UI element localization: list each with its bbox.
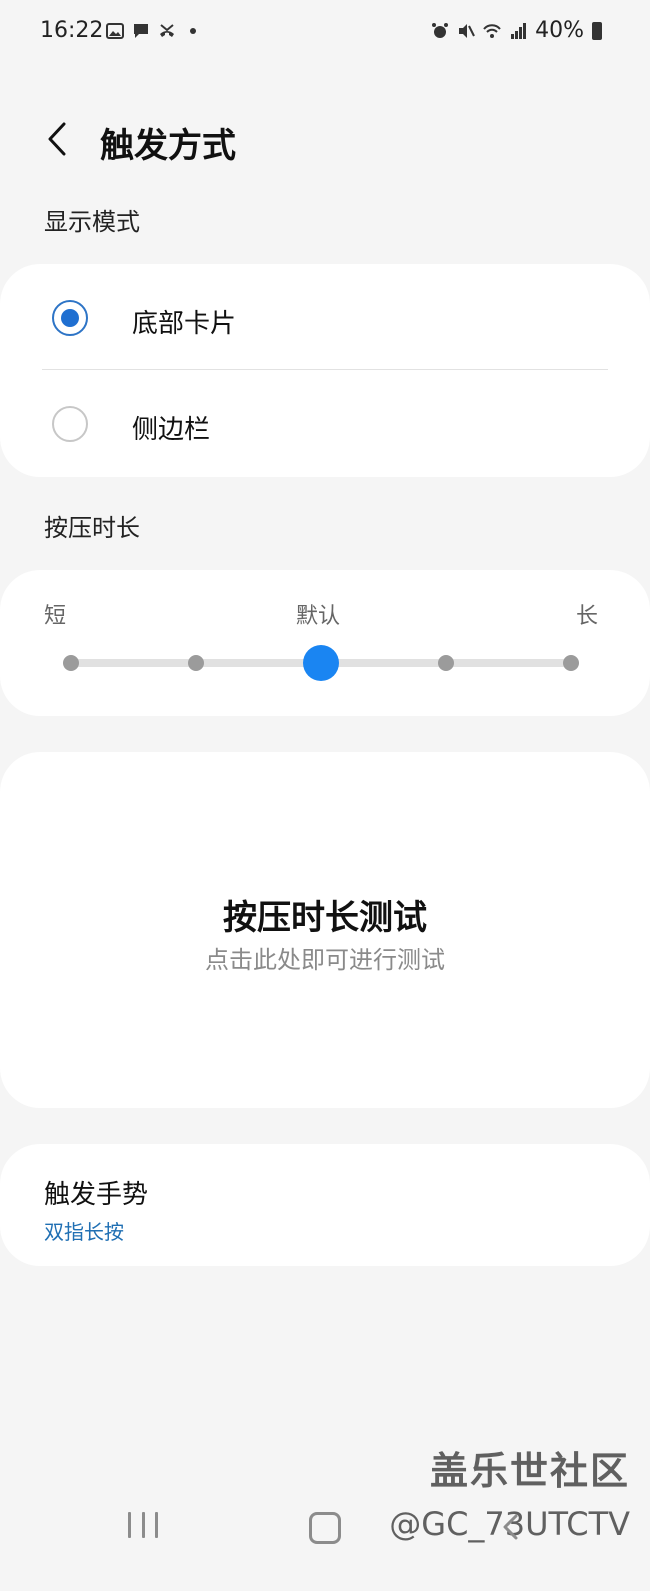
press-test-area[interactable]: 按压时长测试 点击此处即可进行测试	[0, 752, 650, 1108]
gesture-setting[interactable]: 触发手势 双指长按	[0, 1144, 650, 1266]
option-sidebar[interactable]: 侧边栏	[0, 375, 650, 475]
watermark-title: 盖乐世社区	[429, 1449, 630, 1493]
page-title: 触发方式	[100, 126, 236, 166]
option-bottom-card[interactable]: 底部卡片	[0, 269, 650, 369]
radio-sidebar[interactable]	[52, 406, 88, 442]
divider	[42, 369, 608, 370]
home-button[interactable]	[309, 1512, 341, 1544]
display-mode-card: 底部卡片 侧边栏	[0, 264, 650, 477]
chevron-left-icon	[48, 122, 66, 156]
slider-step[interactable]	[188, 655, 204, 671]
mute-icon	[459, 23, 475, 38]
recents-button[interactable]	[128, 1512, 158, 1540]
option-label-bottom-card: 底部卡片	[132, 309, 237, 339]
gesture-title: 触发手势	[44, 1180, 149, 1210]
press-duration-card: 短 默认 长	[0, 570, 650, 716]
slider-step[interactable]	[563, 655, 579, 671]
message-icon	[134, 24, 148, 38]
slider-step[interactable]	[438, 655, 454, 671]
app-header: 触发方式	[0, 100, 650, 190]
radio-bottom-card[interactable]	[52, 300, 88, 336]
option-label-sidebar: 侧边栏	[132, 415, 211, 445]
recents-icon	[155, 1512, 158, 1538]
recents-icon	[128, 1512, 131, 1538]
slider-max-label: 长	[576, 604, 599, 629]
battery-icon	[592, 21, 602, 40]
slider-thumb[interactable]	[303, 645, 339, 681]
dot-icon	[190, 28, 196, 34]
press-duration-label: 按压时长	[44, 514, 140, 542]
display-mode-label: 显示模式	[44, 208, 140, 236]
test-title: 按压时长测试	[223, 898, 427, 938]
missed-call-icon	[160, 24, 174, 37]
notification-icons	[106, 22, 202, 40]
test-subtitle: 点击此处即可进行测试	[205, 946, 445, 974]
back-button[interactable]	[36, 118, 78, 160]
status-time: 16:22	[40, 18, 104, 43]
system-status-icons: 40%	[431, 18, 602, 43]
nav-back-button[interactable]	[496, 1512, 526, 1542]
gesture-value: 双指长按	[44, 1220, 124, 1244]
slider-default-label: 默认	[296, 604, 341, 629]
image-icon	[106, 23, 124, 39]
recents-icon	[141, 1512, 145, 1538]
wifi-icon	[483, 23, 501, 38]
alarm-icon	[432, 22, 449, 38]
signal-icon	[511, 22, 527, 39]
slider-step[interactable]	[63, 655, 79, 671]
navigation-bar	[0, 1500, 650, 1591]
status-bar: 16:22 40%	[0, 0, 650, 70]
battery-percentage: 40%	[535, 18, 584, 43]
slider-min-label: 短	[44, 604, 67, 629]
